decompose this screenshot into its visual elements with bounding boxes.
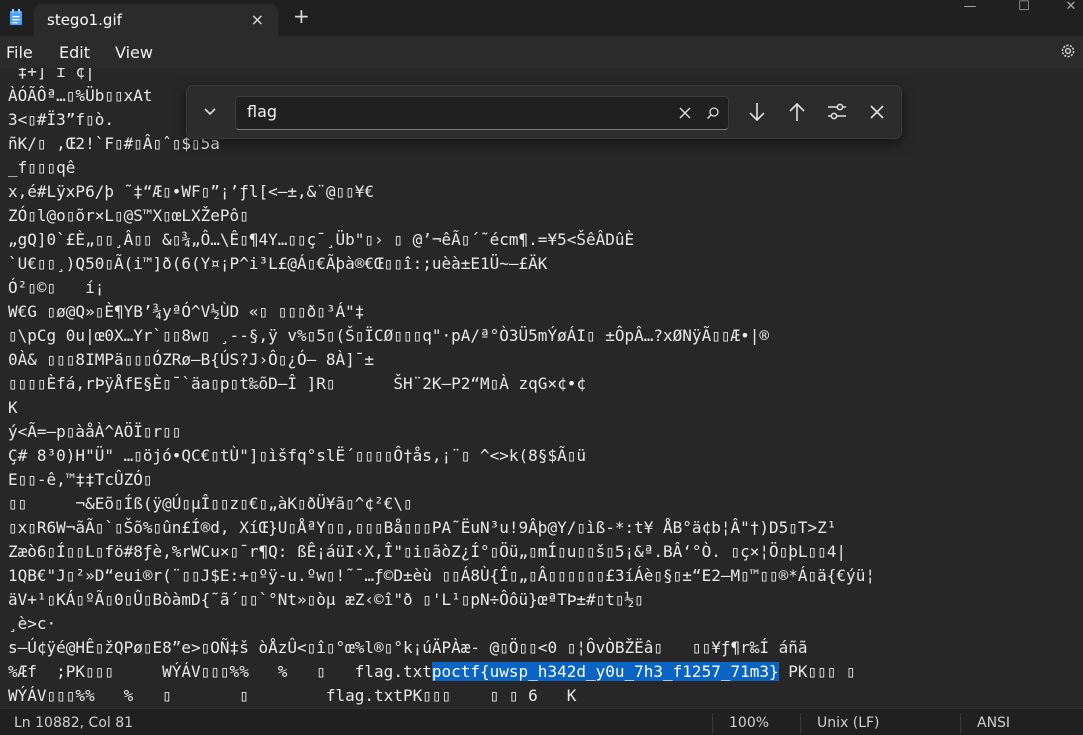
editor-line: ÀÓÃÔª…▯%Üb▯▯xAt [8,86,153,105]
gear-icon[interactable] [1059,42,1077,60]
tab-stego1[interactable]: stego1.gif × [34,4,278,36]
find-input[interactable]: flag [235,96,729,130]
editor-line: Zæò6▯Í▯▯L▯fö#8ƒè,%rWCu×▯¯r¶Q: ßÊ¡áüI‹X,Î… [8,542,847,561]
editor-line: ▯\pCg 0u|œ0X…Yr`▯▯8w▯ ¸--§,ÿ v%▯5▯(Š▯ÏCØ… [8,326,769,345]
clear-icon[interactable] [678,106,692,120]
notepad-icon [10,9,22,25]
menu-edit[interactable]: Edit [59,43,90,62]
line-prefix: %Æf ;PK▯▯▯ WÝÁV▯▯▯%% % ▯ flag.txt [8,662,432,681]
status-bar: Ln 10882, Col 81 100% Unix (LF) ANSI [0,708,1083,735]
cursor-position: Ln 10882, Col 81 [14,715,134,731]
editor-line: ¸è>c· [8,614,57,633]
editor-line: `U€▯▯¸)Q50▯Ã(i™]ð(6(Y¤¡P^i³L£@Á▯€Ãþà®€Œ▯… [8,254,548,273]
arrow-up-icon [789,102,805,121]
editor-line: ▯x▯R6W¬ãÃ▯`▯Šõ%▯ûn£Í®d, XíŒ}U▯ÅªY▯▯,▯▯▯B… [8,518,837,537]
close-window-button[interactable]: ✕ [1048,0,1083,14]
editor-line: 1QB€"J▯²»D“eui®r(¨▯▯J$E:+▯ºÿ-u.ºw▯!˜¯…ƒ©… [8,566,875,585]
editor-line: x,é#LÿxP6/þ ˜‡“Æ▯•WF▯”¡’ƒl[<—±,&¨@▯▯¥€ [8,182,375,201]
find-options-button[interactable] [824,99,850,125]
zoom-level[interactable]: 100% [729,715,769,731]
menu-view[interactable]: View [115,43,153,62]
find-panel: flag [186,85,902,139]
editor-line: ▯▯ ¬&Eõ▯Íß(ÿ@Ú▯µÎ▯▯z▯€▯„àK▯ðÜ¥ã▯^¢²€\▯ [8,494,413,513]
status-divider [960,713,961,733]
find-next-button[interactable] [744,99,770,125]
editor-area[interactable]: ‡+] ɪ ¢| ÀÓÃÔª…▯%Üb▯▯xAt 3<▯#Ï3”f▯ò. ñK/… [0,68,1083,708]
editor-line: äV+¹▯KÁ▯ºÃ▯0▯Û▯BòàmD{˜ã´▯▯`°Nt»▯òµ æZ‹©î… [8,590,644,609]
editor-line-flag: %Æf ;PK▯▯▯ WÝÁV▯▯▯%% % ▯ flag.txtpoctf{u… [8,660,856,684]
editor-line: 0À& ▯▯▯8IMPä▯▯▯ÓZRø—B{ÚS?J›Ô▯¿Ó– 8À]¯± [8,350,375,369]
editor-line: ý<Ã=—p▯àåÀ^AÖÏ▯r▯▯ [8,422,182,441]
new-tab-button[interactable]: + [293,6,310,26]
close-find-button[interactable] [864,99,890,125]
tab-close-icon[interactable]: × [251,10,264,29]
tab-title: stego1.gif [47,11,122,29]
editor-line: E▯▯-ê,™‡‡TcÛZÓ▯ [8,470,153,489]
editor-line: ZÓ▯l@o▯õr×L▯@S™X▯œLXŽePô▯ [8,206,249,225]
editor-line: ▯▯▯▯Èfá,rÞÿÅfE§È▯¯`äa▯p▯t‰õD—Î ]R▯ ŠH¨2K… [8,374,586,393]
menu-file[interactable]: File [6,43,33,62]
editor-line: „gQ]0`£È„▯▯¸Â▯▯ &▯¾„Ô…\Ê▯¶4Y…▯▯ç¯¸Üb"▯› … [8,230,635,249]
editor-line: WÝÁV▯▯▯%% % ▯ ▯ flag.txtPK▯▯▯ ▯ ▯ 6 K [8,686,577,705]
editor-line: K [8,398,18,417]
editor-line: ‡+] ɪ ¢| [8,68,95,81]
editor-line: Ó²▯©▯ í¡ [8,278,105,297]
line-suffix: PK▯▯▯ ▯ [778,662,856,681]
status-divider [712,713,713,733]
menu-bar: File Edit View [0,36,1083,68]
minimize-button[interactable]: — [947,0,993,14]
arrow-down-icon [749,103,765,122]
search-match-selection: poctf{uwsp_h342d_y0u_7h3_f1257_71m3} [431,662,779,681]
editor-line: 3<▯#Ï3”f▯ò. [8,110,114,129]
find-query: flag [247,102,278,121]
editor-line: W€G ▯ø@Q»▯È¶YB’¾yªÓ^V½ÙD «▯ ▯▯▯ð▯³Á"‡ [8,302,365,321]
encoding[interactable]: ANSI [977,715,1010,731]
close-icon [870,105,884,119]
find-previous-button[interactable] [784,99,810,125]
maximize-button[interactable]: ☐ [1001,0,1047,14]
title-bar: stego1.gif × + — ☐ ✕ [0,0,1083,36]
options-icon [828,103,846,120]
line-ending[interactable]: Unix (LF) [817,715,880,731]
editor-line: s–Ú¢ÿé@HÊ▯žQPø▯E8”e>▯OÑ‡š òÅzÛ<▯î▯°œ%l®▯… [8,638,808,657]
status-divider [800,713,801,733]
chevron-down-icon[interactable] [201,103,219,121]
editor-line: _f▯▯▯qê [8,158,76,177]
search-icon[interactable] [706,106,720,120]
editor-line: Ç# 8³0)H"Ü" …▯öjó•QC€▯tÙ"]▯ìšfq°slË´▯▯▯▯… [8,446,586,465]
